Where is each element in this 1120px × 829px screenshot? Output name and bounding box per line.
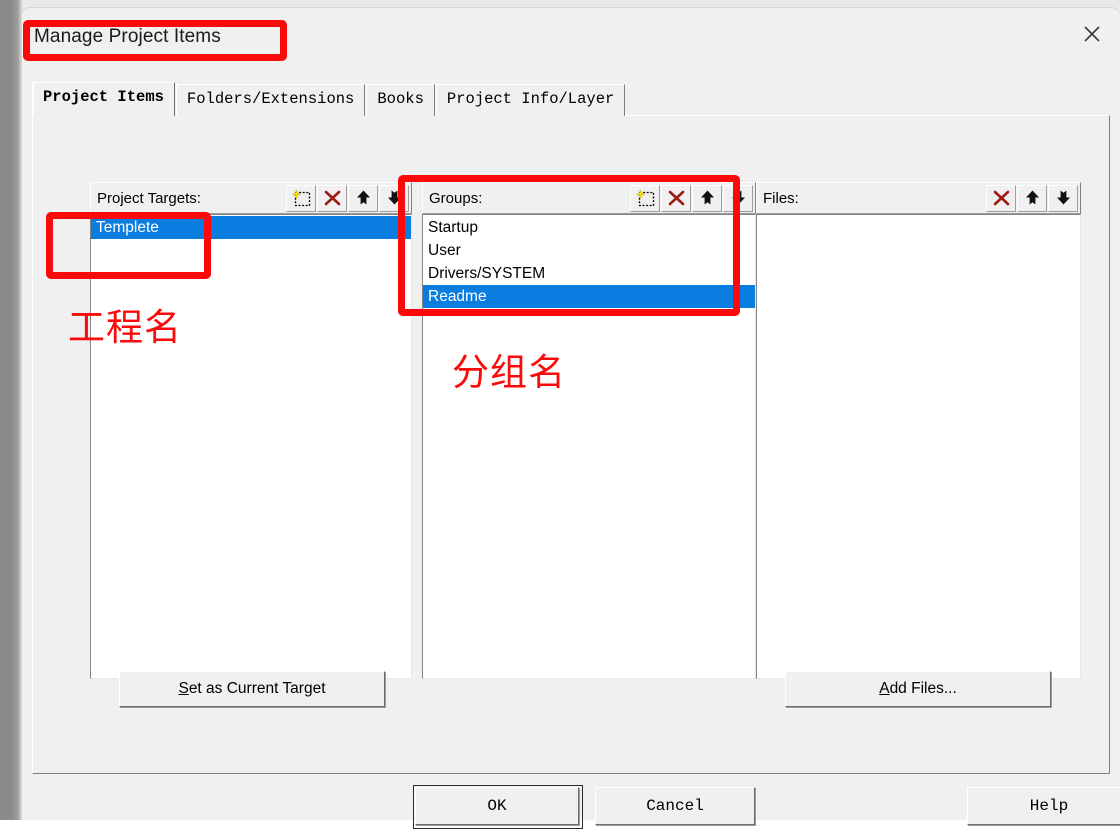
manage-project-items-dialog: Manage Project Items Project Items Folde… <box>21 7 1120 829</box>
list-item[interactable]: User <box>423 239 755 262</box>
groups-list[interactable]: Startup User Drivers/SYSTEM Readme <box>422 214 756 679</box>
cancel-button-label: Cancel <box>646 797 704 815</box>
help-button[interactable]: Help <box>967 787 1120 825</box>
list-item[interactable]: Drivers/SYSTEM <box>423 262 755 285</box>
list-item[interactable]: Templete <box>91 216 411 239</box>
tab-folders-extensions[interactable]: Folders/Extensions <box>175 84 366 116</box>
arrow-down-icon[interactable] <box>1048 184 1078 212</box>
add-files-button[interactable]: Add Files... <box>785 671 1051 707</box>
tab-strip: Project Items Folders/Extensions Books P… <box>32 82 626 116</box>
ok-button-label: OK <box>487 797 507 815</box>
list-item[interactable]: Startup <box>423 216 755 239</box>
project-targets-list[interactable]: Templete <box>90 214 412 679</box>
tab-page-project-items: Project Targets: Templete Groups: Startu… <box>32 115 1110 774</box>
groups-panel: Groups: Startup User Drivers/SYSTEM Read… <box>422 182 756 679</box>
page-title: Manage Project Items <box>34 26 221 47</box>
add-files-accel: A <box>879 680 890 697</box>
arrow-up-icon[interactable] <box>348 184 378 212</box>
set-as-current-target-button[interactable]: Set as Current Target <box>119 671 385 707</box>
delete-icon[interactable] <box>986 184 1016 212</box>
close-icon[interactable] <box>1069 14 1115 54</box>
new-item-icon[interactable] <box>630 184 660 212</box>
project-targets-panel: Project Targets: Templete <box>90 182 412 679</box>
set-as-current-target-label: et as Current Target <box>188 680 326 697</box>
groups-toolbar <box>629 184 755 212</box>
project-targets-header: Project Targets: <box>90 182 412 214</box>
groups-header: Groups: <box>422 182 756 214</box>
groups-label: Groups: <box>429 189 483 207</box>
tab-project-items[interactable]: Project Items <box>32 82 175 116</box>
files-panel: Files: <box>756 182 1081 679</box>
list-item[interactable]: Readme <box>423 285 755 308</box>
files-header: Files: <box>756 182 1081 214</box>
ok-button[interactable]: OK <box>413 785 583 829</box>
new-item-icon[interactable] <box>286 184 316 212</box>
project-targets-label: Project Targets: <box>97 189 201 207</box>
files-list[interactable] <box>756 214 1081 679</box>
set-as-current-target-accel: S <box>178 680 189 697</box>
help-button-label: Help <box>1029 797 1069 815</box>
arrow-down-icon[interactable] <box>723 184 753 212</box>
arrow-down-icon[interactable] <box>379 184 409 212</box>
add-files-label: dd Files... <box>889 680 957 697</box>
arrow-up-icon[interactable] <box>692 184 722 212</box>
tab-project-info-layer[interactable]: Project Info/Layer <box>435 84 626 116</box>
cancel-button[interactable]: Cancel <box>595 787 755 825</box>
delete-icon[interactable] <box>317 184 347 212</box>
files-label: Files: <box>763 189 799 207</box>
tab-books[interactable]: Books <box>366 84 435 116</box>
title-bar: Manage Project Items <box>22 8 1120 66</box>
delete-icon[interactable] <box>661 184 691 212</box>
project-targets-toolbar <box>285 184 411 212</box>
arrow-up-icon[interactable] <box>1017 184 1047 212</box>
screen: Manage Project Items Project Items Folde… <box>0 0 1120 829</box>
files-toolbar <box>985 184 1080 212</box>
